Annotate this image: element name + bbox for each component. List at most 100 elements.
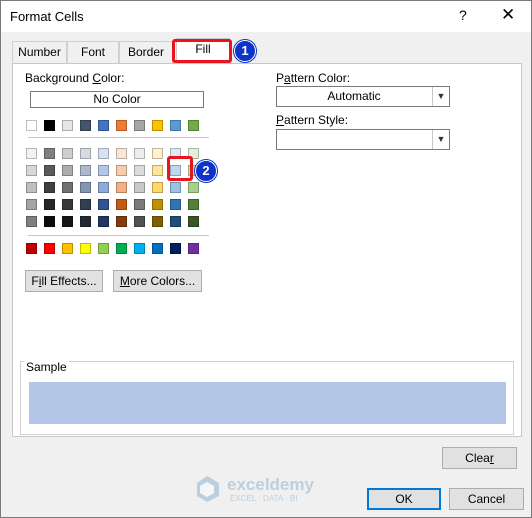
color-swatch[interactable] [152, 120, 163, 131]
color-swatch[interactable] [80, 120, 91, 131]
tab-font[interactable]: Font [67, 41, 119, 63]
step-badge-1: 1 [234, 40, 256, 62]
color-swatch[interactable] [98, 199, 109, 210]
standard-color-swatch[interactable] [62, 243, 73, 254]
dialog-title: Format Cells [10, 9, 84, 24]
palette-divider [28, 137, 209, 138]
color-swatch[interactable] [134, 216, 145, 227]
sample-label: Sample [24, 360, 69, 374]
color-swatch[interactable] [44, 199, 55, 210]
color-swatch[interactable] [188, 199, 199, 210]
fill-effects-button[interactable]: Fill Effects... [25, 270, 103, 292]
svg-text:exceldemy: exceldemy [227, 475, 314, 494]
color-swatch[interactable] [188, 216, 199, 227]
format-cells-dialog: Format Cells ? ✕ Number Font Border Fill… [0, 0, 532, 518]
color-swatch[interactable] [98, 148, 109, 159]
close-icon[interactable]: ✕ [501, 5, 515, 25]
color-swatch[interactable] [152, 182, 163, 193]
no-color-button[interactable]: No Color [30, 91, 204, 108]
palette-divider [28, 235, 209, 236]
standard-color-swatch[interactable] [134, 243, 145, 254]
color-swatch[interactable] [116, 216, 127, 227]
color-swatch[interactable] [152, 165, 163, 176]
standard-color-swatch[interactable] [152, 243, 163, 254]
color-swatch[interactable] [80, 148, 91, 159]
standard-color-swatch[interactable] [116, 243, 127, 254]
color-swatch[interactable] [170, 199, 181, 210]
color-swatch[interactable] [134, 165, 145, 176]
color-swatch[interactable] [134, 182, 145, 193]
color-swatch[interactable] [62, 148, 73, 159]
title-bar: Format Cells ? ✕ [1, 1, 531, 32]
standard-color-swatch[interactable] [44, 243, 55, 254]
color-swatch[interactable] [152, 199, 163, 210]
color-swatch[interactable] [134, 199, 145, 210]
color-swatch[interactable] [26, 199, 37, 210]
color-swatch[interactable] [26, 148, 37, 159]
color-swatch[interactable] [62, 165, 73, 176]
color-swatch[interactable] [152, 216, 163, 227]
color-swatch[interactable] [98, 216, 109, 227]
ok-button[interactable]: OK [367, 488, 441, 510]
highlight-fill-tab [172, 39, 232, 63]
color-swatch[interactable] [170, 216, 181, 227]
color-swatch[interactable] [98, 182, 109, 193]
color-swatch[interactable] [26, 165, 37, 176]
color-swatch[interactable] [116, 148, 127, 159]
color-swatch[interactable] [98, 120, 109, 131]
standard-color-swatch[interactable] [80, 243, 91, 254]
color-swatch[interactable] [62, 199, 73, 210]
pattern-style-dropdown[interactable]: ▼ [276, 129, 450, 150]
color-swatch[interactable] [188, 120, 199, 131]
standard-color-swatch[interactable] [26, 243, 37, 254]
color-swatch[interactable] [62, 120, 73, 131]
pattern-color-dropdown[interactable]: Automatic ▼ [276, 86, 450, 107]
color-swatch[interactable] [152, 148, 163, 159]
color-swatch[interactable] [134, 148, 145, 159]
color-swatch[interactable] [188, 182, 199, 193]
color-swatch[interactable] [80, 199, 91, 210]
color-swatch[interactable] [26, 182, 37, 193]
tab-number[interactable]: Number [12, 41, 67, 63]
color-swatch[interactable] [44, 216, 55, 227]
standard-color-swatch[interactable] [170, 243, 181, 254]
standard-color-swatch[interactable] [188, 243, 199, 254]
color-swatch[interactable] [98, 165, 109, 176]
pattern-color-value: Automatic [327, 89, 381, 103]
sample-preview [29, 382, 506, 424]
help-button[interactable]: ? [459, 7, 467, 23]
color-swatch[interactable] [116, 199, 127, 210]
background-color-label: Background Color: [25, 71, 125, 85]
color-swatch[interactable] [44, 165, 55, 176]
color-swatch[interactable] [62, 216, 73, 227]
pattern-style-label: Pattern Style: [276, 113, 349, 127]
sample-group: Sample [20, 360, 514, 435]
clear-button[interactable]: Clear [442, 447, 517, 469]
color-swatch[interactable] [62, 182, 73, 193]
color-swatch[interactable] [116, 182, 127, 193]
color-swatch[interactable] [116, 165, 127, 176]
color-swatch[interactable] [26, 216, 37, 227]
color-swatch[interactable] [80, 182, 91, 193]
color-swatch[interactable] [44, 148, 55, 159]
more-colors-button[interactable]: More Colors... [113, 270, 202, 292]
standard-color-swatch[interactable] [98, 243, 109, 254]
exceldemy-logo: exceldemy EXCEL · DATA · BI [197, 475, 314, 503]
color-swatch[interactable] [134, 120, 145, 131]
tab-border[interactable]: Border [119, 41, 173, 63]
color-swatch[interactable] [170, 182, 181, 193]
color-swatch[interactable] [80, 165, 91, 176]
pattern-color-label: Pattern Color: [276, 71, 351, 85]
color-swatch[interactable] [80, 216, 91, 227]
chevron-down-icon[interactable]: ▼ [432, 130, 449, 149]
color-swatch[interactable] [170, 120, 181, 131]
highlight-selected-swatch [167, 156, 193, 181]
svg-text:EXCEL · DATA · BI: EXCEL · DATA · BI [230, 494, 297, 503]
color-swatch[interactable] [116, 120, 127, 131]
chevron-down-icon[interactable]: ▼ [432, 87, 449, 106]
color-swatch[interactable] [44, 120, 55, 131]
color-swatch[interactable] [26, 120, 37, 131]
cancel-button[interactable]: Cancel [449, 488, 524, 510]
color-swatch[interactable] [44, 182, 55, 193]
exceldemy-watermark: exceldemy EXCEL · DATA · BI [197, 473, 347, 503]
